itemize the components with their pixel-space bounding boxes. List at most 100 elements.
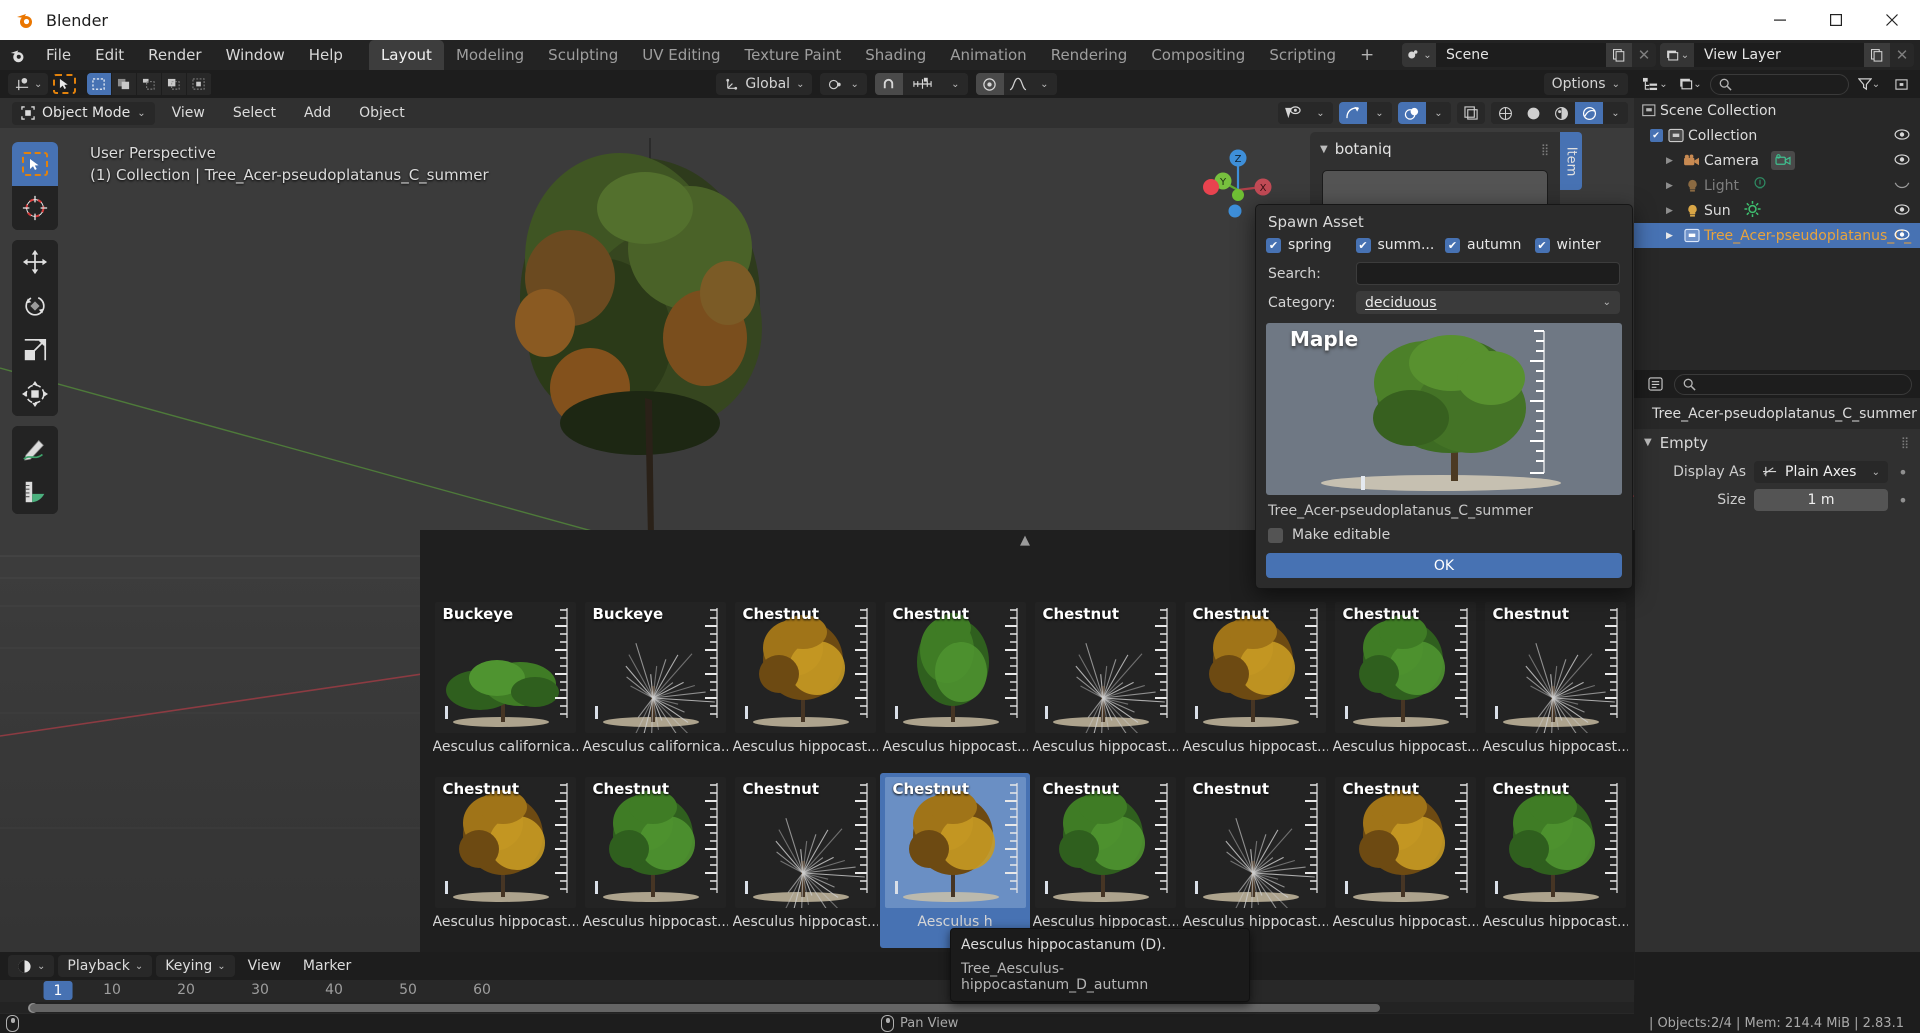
- asset-thumbnail[interactable]: Chestnut: [1485, 777, 1626, 908]
- asset-item[interactable]: BuckeyeAesculus californica...: [430, 598, 580, 773]
- outliner-row-collection[interactable]: ✔ Collection: [1634, 123, 1920, 148]
- outliner-display-mode-icon[interactable]: ⌄: [1640, 73, 1670, 95]
- light-visibility-icon[interactable]: [1894, 178, 1910, 194]
- overlays-dropdown-icon[interactable]: ⌄: [1426, 102, 1451, 124]
- asset-item[interactable]: ChestnutAesculus hippocast...: [1330, 773, 1480, 948]
- asset-item[interactable]: ChestnutAesculus hippocast...: [1180, 598, 1330, 773]
- workspace-tab-shading[interactable]: Shading: [853, 40, 938, 70]
- summer-checkbox-box[interactable]: ✔: [1356, 238, 1371, 253]
- tweak-tool-icon[interactable]: [12, 142, 58, 186]
- asset-item[interactable]: ChestnutAesculus hippocast...: [730, 598, 880, 773]
- empty-panel-grip-icon[interactable]: ⣿: [1901, 436, 1910, 449]
- gizmo-dropdown-icon[interactable]: ⌄: [1367, 102, 1392, 124]
- light-data-icon[interactable]: [1751, 176, 1769, 196]
- asset-browser-collapse-up-arrow[interactable]: ▲: [1020, 533, 1030, 548]
- outliner-row-tree[interactable]: ▶ Tree_Acer-pseudoplatanus_C_: [1634, 223, 1920, 248]
- properties-editor-type-icon[interactable]: [1642, 373, 1668, 395]
- timeline-ruler[interactable]: 1 10 20 30 40 50 60: [0, 980, 1634, 1002]
- select-set-icon[interactable]: [87, 73, 112, 95]
- asset-thumbnail[interactable]: Buckeye: [435, 602, 576, 733]
- empty-panel-collapse-icon[interactable]: ▼: [1644, 437, 1652, 448]
- asset-browser-editor[interactable]: BuckeyeAesculus californica...BuckeyeAes…: [420, 530, 1635, 995]
- menu-edit[interactable]: Edit: [84, 43, 135, 67]
- snap-to-icon[interactable]: [903, 73, 943, 95]
- timeline-menu-playback[interactable]: Playback⌄: [58, 955, 152, 977]
- asset-thumbnail[interactable]: Chestnut: [1035, 777, 1176, 908]
- asset-thumbnail[interactable]: Chestnut: [1185, 777, 1326, 908]
- outliner-new-collection-icon[interactable]: [1889, 73, 1914, 95]
- asset-thumbnail[interactable]: Chestnut: [885, 602, 1026, 733]
- make-editable-checkbox[interactable]: ✔: [1268, 528, 1283, 543]
- asset-thumbnail[interactable]: Chestnut: [1335, 777, 1476, 908]
- timeline-scroll-bar[interactable]: [30, 1004, 1380, 1012]
- visibility-dropdown-icon[interactable]: ⌄: [1308, 102, 1333, 124]
- sun-data-icon[interactable]: [1743, 200, 1762, 222]
- menu-file[interactable]: File: [35, 43, 82, 67]
- snap-dropdown-icon[interactable]: ⌄: [943, 73, 968, 95]
- gizmos-icon[interactable]: [1339, 102, 1367, 124]
- select-intersect-icon[interactable]: [187, 73, 212, 95]
- spawn-asset-dialog[interactable]: Spawn Asset ✔spring ✔summ... ✔autumn ✔wi…: [1255, 204, 1633, 589]
- collection-checkbox[interactable]: ✔: [1648, 129, 1664, 142]
- asset-item[interactable]: ChestnutAesculus hippocast...: [1180, 773, 1330, 948]
- asset-item[interactable]: ChestnutAesculus hippocast...: [730, 773, 880, 948]
- asset-thumbnail[interactable]: Chestnut: [1485, 602, 1626, 733]
- remove-view-layer-icon[interactable]: ✕: [1890, 43, 1914, 67]
- outliner-row-scene-collection[interactable]: Scene Collection: [1634, 98, 1920, 123]
- asset-item[interactable]: ChestnutAesculus hippocast...: [1480, 773, 1630, 948]
- rendered-shading-icon[interactable]: [1575, 102, 1603, 124]
- select-extend-icon[interactable]: [112, 73, 137, 95]
- winter-checkbox-box[interactable]: ✔: [1535, 238, 1550, 253]
- spawn-ok-button[interactable]: OK: [1266, 553, 1622, 578]
- move-tool-icon[interactable]: [12, 240, 58, 284]
- asset-item[interactable]: ChestnutAesculus hippocast...: [430, 773, 580, 948]
- sun-expand-arrow-icon[interactable]: ▶: [1666, 206, 1680, 216]
- asset-item[interactable]: ChestnutAesculus hippocast...: [1480, 598, 1630, 773]
- workspace-tab-sculpting[interactable]: Sculpting: [536, 40, 630, 70]
- minimize-button[interactable]: [1752, 0, 1808, 40]
- properties-search-input[interactable]: [1674, 374, 1912, 395]
- maximize-button[interactable]: [1808, 0, 1864, 40]
- season-checkbox-winter[interactable]: ✔winter: [1535, 237, 1623, 253]
- duplicate-scene-icon[interactable]: [1606, 43, 1632, 67]
- properties-panel-empty[interactable]: ▼ Empty ⣿: [1634, 429, 1920, 456]
- proportional-edit-icon[interactable]: [976, 73, 1004, 95]
- snap-magnet-group[interactable]: ⌄: [8, 73, 48, 95]
- workspace-tab-texture-paint[interactable]: Texture Paint: [732, 40, 853, 70]
- display-as-animate-dot[interactable]: •: [1896, 463, 1910, 482]
- viewport-menu-view[interactable]: View: [161, 102, 216, 124]
- pivot-point-dropdown[interactable]: ⌄: [820, 73, 866, 95]
- asset-item[interactable]: ChestnutAesculus hippocast...: [580, 773, 730, 948]
- workspace-tab-layout[interactable]: Layout: [369, 40, 444, 70]
- timeline-scrollbar[interactable]: [0, 1002, 1634, 1013]
- workspace-tab-uv-editing[interactable]: UV Editing: [630, 40, 732, 70]
- select-tool-icon[interactable]: [52, 73, 77, 95]
- overlays-icon[interactable]: [1398, 102, 1426, 124]
- menu-help[interactable]: Help: [298, 43, 354, 67]
- measure-tool-icon[interactable]: [12, 470, 58, 514]
- xray-icon[interactable]: [1457, 102, 1485, 124]
- timeline-menu-view[interactable]: View: [239, 955, 290, 977]
- asset-thumbnail[interactable]: Chestnut: [435, 777, 576, 908]
- season-checkbox-spring[interactable]: ✔spring: [1266, 237, 1354, 253]
- select-invert-icon[interactable]: [162, 73, 187, 95]
- outliner-row-light[interactable]: ▶ Light: [1634, 173, 1920, 198]
- size-animate-dot[interactable]: •: [1896, 491, 1910, 510]
- season-checkbox-autumn[interactable]: ✔autumn: [1445, 237, 1533, 253]
- asset-item[interactable]: ChestnutAesculus hippocast...: [1030, 773, 1180, 948]
- asset-item[interactable]: ChestnutAesculus hippocast...: [1030, 598, 1180, 773]
- properties-breadcrumb[interactable]: Tree_Acer-pseudoplatanus_C_summer: [1634, 398, 1920, 429]
- timeline-current-frame[interactable]: 1: [44, 981, 73, 1000]
- unlink-scene-icon[interactable]: ✕: [1632, 43, 1656, 67]
- camera-data-icon[interactable]: [1771, 151, 1795, 170]
- select-subtract-icon[interactable]: [137, 73, 162, 95]
- close-button[interactable]: [1864, 0, 1920, 40]
- asset-thumbnail[interactable]: Chestnut: [1185, 602, 1326, 733]
- workspace-tab-modeling[interactable]: Modeling: [444, 40, 536, 70]
- object-mode-dropdown[interactable]: Object Mode⌄: [12, 102, 155, 125]
- spring-checkbox-box[interactable]: ✔: [1266, 238, 1281, 253]
- botaniq-panel-header[interactable]: ▼ botaniq ⣿: [1310, 132, 1560, 166]
- outliner-row-camera[interactable]: ▶ Camera: [1634, 148, 1920, 173]
- scene-selector[interactable]: ⌄ Scene ✕: [1402, 43, 1656, 67]
- outliner-search-input[interactable]: [1710, 74, 1849, 95]
